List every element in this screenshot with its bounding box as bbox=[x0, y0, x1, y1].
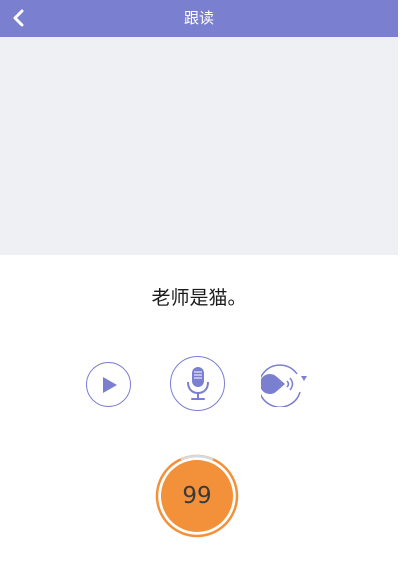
play-icon bbox=[102, 376, 117, 393]
media-area bbox=[0, 37, 398, 255]
record-button[interactable] bbox=[170, 356, 225, 411]
right-edge bbox=[398, 0, 402, 568]
replay-button[interactable] bbox=[258, 362, 309, 408]
top-nav-bar: 跟读 bbox=[0, 0, 398, 37]
page-title: 跟读 bbox=[183, 9, 214, 27]
score-badge: 99 bbox=[155, 454, 239, 538]
microphone-icon bbox=[186, 366, 209, 400]
play-button[interactable] bbox=[86, 362, 131, 407]
score-value: 99 bbox=[182, 483, 212, 509]
practice-sentence: 老师是猫。 bbox=[151, 287, 247, 309]
replay-recording-icon bbox=[258, 364, 307, 408]
